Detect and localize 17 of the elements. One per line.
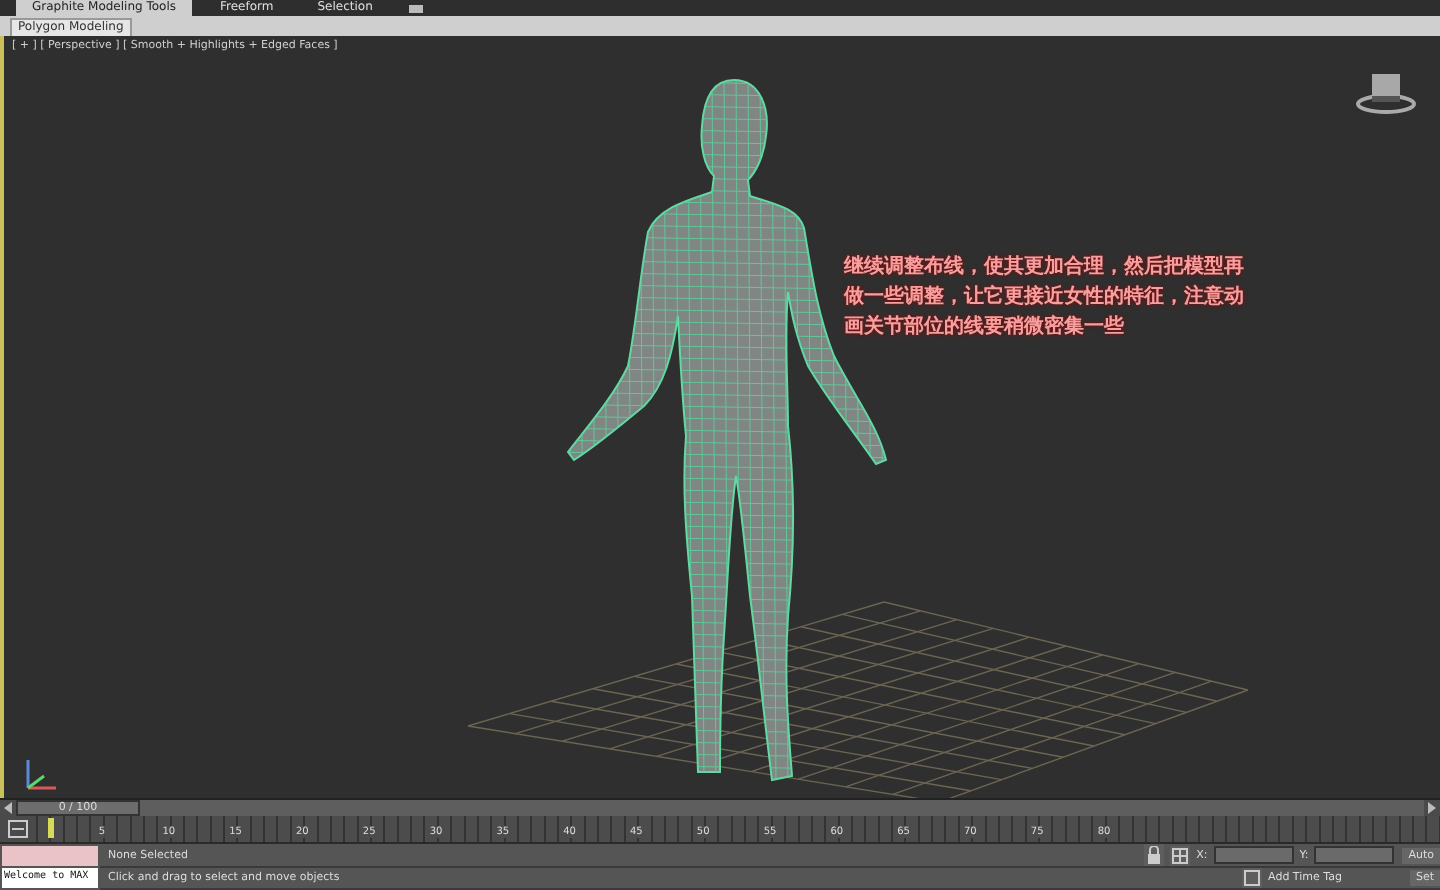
time-tag-button[interactable] — [1242, 868, 1263, 888]
viewcube-icon[interactable] — [1356, 69, 1416, 114]
absolute-mode-button[interactable] — [1170, 845, 1191, 865]
macro-recorder-field[interactable] — [2, 846, 98, 866]
next-frame-button[interactable] — [1424, 800, 1440, 817]
left-arrow-icon — [4, 802, 12, 815]
right-arrow-icon — [1428, 802, 1436, 815]
lock-icon — [1146, 846, 1163, 864]
annotation-text: 继续调整布线，使其更加合理，然后把模型再做一些调整，让它更接近女性的特征，注意动画关节部位的线要稍微密集一些 — [844, 253, 1246, 342]
lock-button[interactable] — [1144, 844, 1165, 866]
frame-marker — [48, 818, 54, 839]
square-icon — [1244, 870, 1261, 886]
previous-frame-button[interactable] — [0, 800, 16, 817]
coordinate-field[interactable] — [1213, 846, 1294, 864]
coordinate-field[interactable] — [1314, 846, 1395, 864]
grid-icon — [1172, 847, 1189, 863]
panel-icon — [8, 820, 28, 839]
